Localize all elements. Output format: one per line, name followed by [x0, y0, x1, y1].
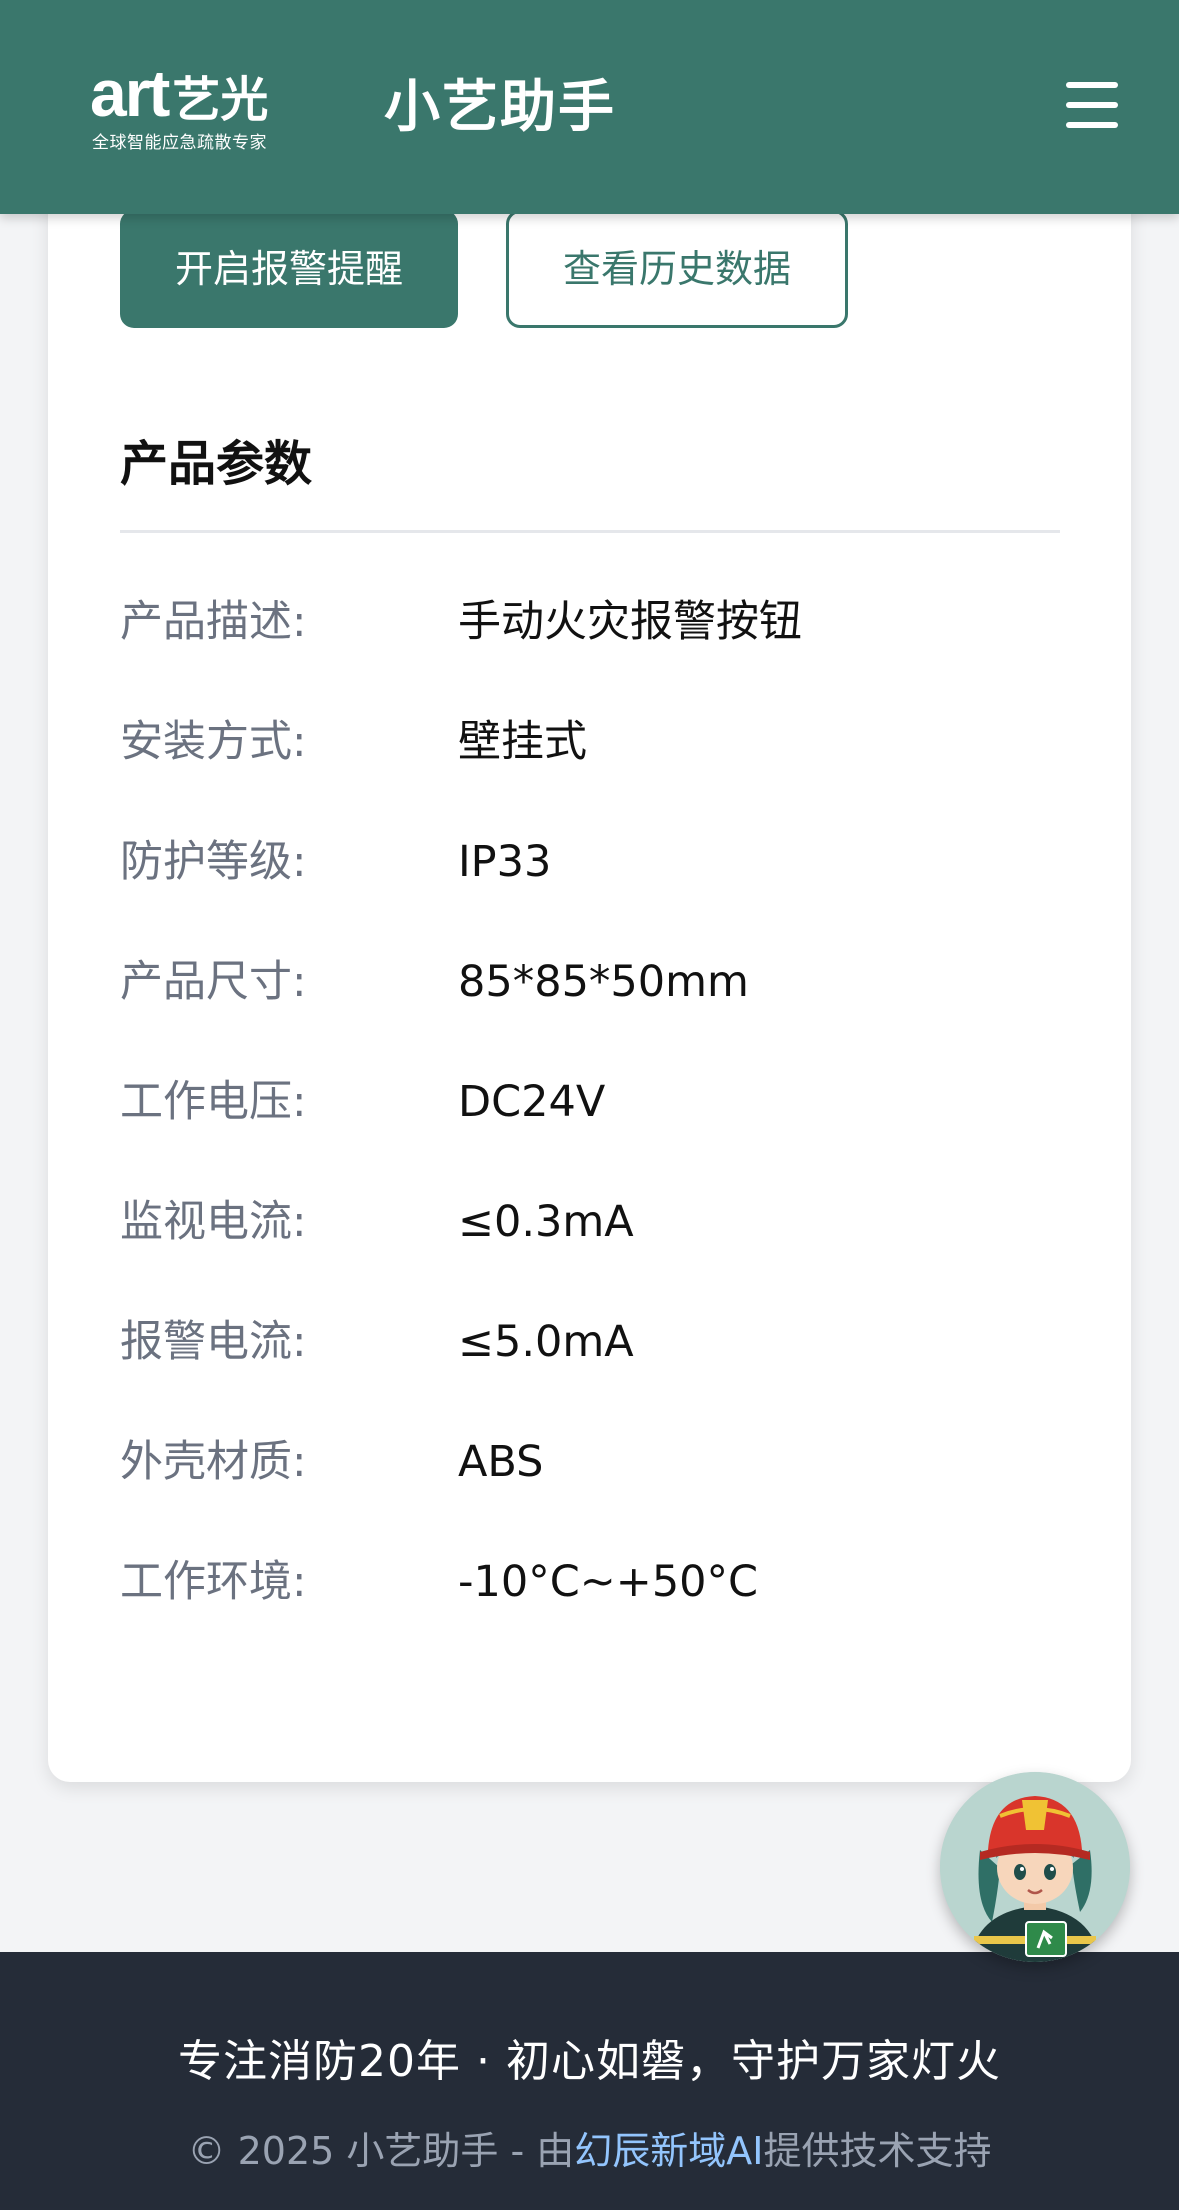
param-label: 工作环境:	[120, 1557, 307, 1607]
page-footer: 专注消防20年 · 初心如磐，守护万家灯火 © 2025 小艺助手 - 由幻辰新…	[0, 1952, 1179, 2210]
param-value: -10°C~+50°C	[458, 1557, 759, 1607]
param-value: IP33	[458, 837, 552, 887]
logo-wordmark: art 艺光	[90, 60, 268, 130]
footer-slogan: 专注消防20年 · 初心如磐，守护万家灯火	[178, 2036, 1001, 2087]
menu-line	[1066, 122, 1118, 128]
param-row: 报警电流: ≤5.0mA	[120, 1312, 1060, 1432]
enable-alarm-reminder-button[interactable]: 开启报警提醒	[120, 210, 458, 328]
app-title: 小艺助手	[384, 75, 616, 140]
section-title: 产品参数	[120, 436, 313, 492]
param-label: 产品尺寸:	[120, 957, 307, 1007]
product-card: 开启报警提醒 查看历史数据 产品参数 产品描述: 手动火灾报警按钮 安装方式: …	[48, 150, 1131, 1782]
param-row: 工作电压: DC24V	[120, 1072, 1060, 1192]
param-value: 85*85*50mm	[458, 957, 749, 1007]
footer-copyright: © 2025 小艺助手 - 由幻辰新域AI提供技术支持	[0, 2124, 1179, 2178]
logo-brand: art	[90, 56, 170, 130]
hamburger-menu-icon[interactable]	[1058, 78, 1124, 134]
copyright-suffix: 提供技术支持	[763, 2129, 992, 2173]
param-row: 产品描述: 手动火灾报警按钮	[120, 592, 1060, 712]
param-row: 产品尺寸: 85*85*50mm	[120, 952, 1060, 1072]
param-row: 外壳材质: ABS	[120, 1432, 1060, 1552]
param-value: ≤5.0mA	[458, 1317, 634, 1367]
param-label: 产品描述:	[120, 597, 307, 647]
logo-brand-cn: 艺光	[172, 72, 269, 128]
param-row: 监视电流: ≤0.3mA	[120, 1192, 1060, 1312]
param-list: 产品描述: 手动火灾报警按钮 安装方式: 壁挂式 防护等级: IP33 产品尺寸…	[120, 592, 1060, 1672]
brand-logo[interactable]: art 艺光 全球智能应急疏散专家	[90, 60, 300, 153]
menu-line	[1066, 82, 1118, 88]
app-header: art 艺光 全球智能应急疏散专家 小艺助手	[0, 0, 1179, 214]
menu-line	[1066, 102, 1118, 108]
param-row: 安装方式: 壁挂式	[120, 712, 1060, 832]
param-value: 壁挂式	[458, 717, 587, 767]
param-row: 防护等级: IP33	[120, 832, 1060, 952]
param-label: 报警电流:	[120, 1317, 307, 1367]
param-value: ≤0.3mA	[458, 1197, 634, 1247]
tech-support-link[interactable]: 幻辰新域AI	[574, 2129, 763, 2173]
param-value: ABS	[458, 1437, 544, 1487]
firefighter-avatar-icon	[940, 1772, 1130, 1962]
param-value: DC24V	[458, 1077, 606, 1127]
param-label: 防护等级:	[120, 837, 307, 887]
param-label: 外壳材质:	[120, 1437, 307, 1487]
copyright-prefix: © 2025 小艺助手 - 由	[187, 2129, 575, 2173]
param-label: 工作电压:	[120, 1077, 307, 1127]
view-history-button[interactable]: 查看历史数据	[506, 210, 848, 328]
param-row: 工作环境: -10°C~+50°C	[120, 1552, 1060, 1672]
param-value: 手动火灾报警按钮	[458, 597, 802, 647]
logo-tagline: 全球智能应急疏散专家	[92, 133, 267, 153]
param-label: 监视电流:	[120, 1197, 307, 1247]
param-label: 安装方式:	[120, 717, 307, 767]
assistant-avatar[interactable]	[940, 1772, 1130, 1962]
divider	[120, 530, 1060, 533]
